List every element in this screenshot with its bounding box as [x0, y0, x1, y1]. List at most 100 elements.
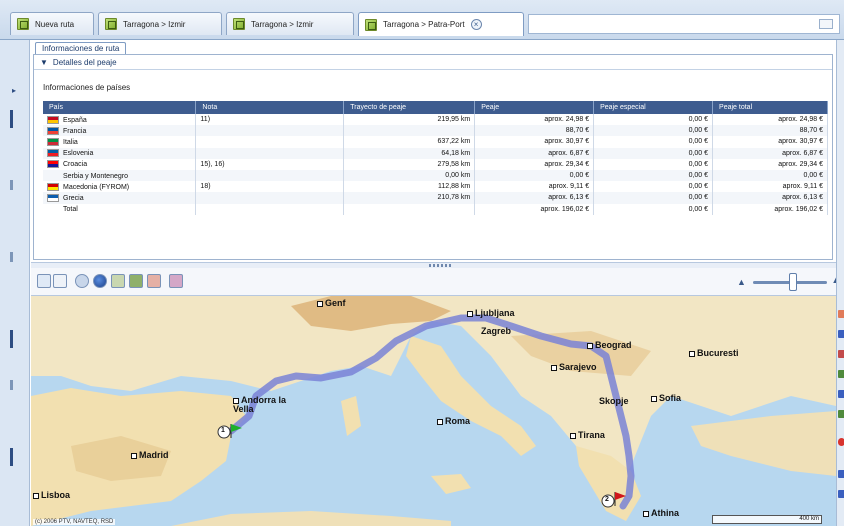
collapse-triangle-icon: ▼: [40, 58, 48, 67]
globe-icon[interactable]: [93, 274, 107, 288]
back-icon[interactable]: [37, 274, 51, 288]
table-cell-toll: aprox. 30,97 €: [474, 136, 595, 148]
cell-text: 279,58 km: [437, 160, 471, 168]
rail-marker: [10, 252, 13, 262]
cell-text: aprox. 6,13 €: [548, 194, 590, 202]
table-cell-special: 0,00 €: [593, 136, 714, 148]
forward-icon[interactable]: [53, 274, 67, 288]
map-canvas: [31, 296, 836, 526]
column-header[interactable]: Peaje: [474, 101, 595, 114]
stop-icon[interactable]: [838, 438, 844, 446]
tab-label: Tarragona > Izmir: [251, 19, 314, 29]
cell-text: Total: [63, 205, 78, 213]
cell-text: 0,00 €: [688, 138, 709, 146]
map-copyright: (c) 2006 PTV, NAVTEQ, RSD: [33, 519, 116, 525]
city-label: Andorra la Vella: [233, 395, 287, 414]
column-header[interactable]: Trayecto de peaje: [343, 101, 476, 114]
cell-text: aprox. 29,34 €: [778, 160, 823, 168]
pan-icon[interactable]: [75, 274, 89, 288]
map-view-icon[interactable]: [129, 274, 143, 288]
cell-text: Macedonia (FYROM): [63, 183, 130, 191]
tab-tarragona-izmir-2[interactable]: Tarragona > Izmir: [226, 12, 354, 35]
settings-icon[interactable]: [169, 274, 183, 288]
table-cell-country: Grecia: [43, 192, 197, 204]
table-cell-distance: 279,58 km: [343, 158, 476, 170]
tab-tarragona-izmir-1[interactable]: Tarragona > Izmir: [98, 12, 222, 35]
column-header[interactable]: País: [43, 101, 197, 114]
toll-table-header: País Nota Trayecto de peaje Peaje Peaje …: [43, 101, 828, 114]
table-cell-toll: aprox. 196,02 €: [474, 203, 595, 215]
cell-text: 0,00 €: [688, 127, 709, 135]
cell-text: 0,00 €: [688, 172, 709, 180]
tool-icon[interactable]: [838, 490, 844, 498]
table-cell-distance: 0,00 km: [343, 169, 476, 182]
cell-text: 112,88 km: [438, 183, 471, 191]
cell-text: aprox. 24,98 €: [544, 116, 590, 124]
column-header[interactable]: Peaje total: [712, 101, 828, 114]
layers-icon[interactable]: [111, 274, 125, 288]
table-cell-special: 0,00 €: [593, 192, 714, 204]
cell-text: aprox. 30,97 €: [778, 138, 823, 146]
rail-marker: [10, 110, 13, 128]
zoom-in-icon[interactable]: [838, 330, 844, 338]
map-icon[interactable]: [838, 370, 844, 378]
rail-marker: [10, 448, 13, 466]
zoom-out-icon[interactable]: ▲: [737, 277, 747, 287]
route-map[interactable]: Genf Ljubljana Zagreb Beograd Bucuresti …: [31, 296, 836, 526]
table-cell-special: 0,00 €: [593, 158, 714, 170]
column-header[interactable]: Nota: [195, 101, 345, 114]
table-cell-toll: 88,70 €: [474, 125, 595, 137]
flag-icon: [47, 160, 59, 169]
table-cell-distance: 637,22 km: [343, 136, 476, 148]
cell-text: 0,00 €: [688, 183, 709, 191]
print-icon[interactable]: [147, 274, 161, 288]
close-icon[interactable]: ×: [470, 19, 482, 30]
table-cell-note: 18): [195, 181, 345, 193]
table-cell-distance: 219,95 km: [343, 114, 476, 126]
table-cell-special: 0,00 €: [593, 125, 714, 137]
table-cell-total: aprox. 9,11 €: [712, 181, 828, 193]
flag-icon: [47, 126, 59, 135]
column-header[interactable]: Peaje especial: [593, 101, 714, 114]
cell-text: aprox. 6,87 €: [548, 149, 590, 157]
table-cell-note: [195, 147, 345, 159]
city-label: Bucuresti: [689, 348, 739, 358]
layer-icon[interactable]: [838, 410, 844, 418]
city-label: Genf: [317, 298, 346, 308]
table-cell-note: 11): [195, 114, 345, 126]
cell-text: Francia: [63, 127, 87, 135]
route-info-panel: Informaciones de ruta ▼ Detalles del pea…: [31, 40, 836, 262]
table-row: Grecia 210,78 km aprox. 6,13 € 0,00 € aprox.…: [43, 192, 828, 204]
cell-text: aprox. 6,87 €: [782, 149, 823, 157]
table-cell-distance: [343, 125, 476, 137]
table-cell-special: 0,00 €: [593, 114, 714, 126]
info-icon[interactable]: [838, 390, 844, 398]
mail-icon[interactable]: [819, 19, 833, 29]
cell-text: aprox. 6,13 €: [782, 194, 823, 202]
toll-details-toggle[interactable]: ▼ Detalles del peaje: [40, 58, 117, 67]
table-cell-country: Serbia y Montenegro: [43, 169, 197, 182]
zoom-out-icon[interactable]: [838, 350, 844, 358]
expand-arrow-icon[interactable]: ▸: [12, 86, 20, 96]
cell-text: 0,00 €: [803, 172, 823, 180]
toll-table: País Nota Trayecto de peaje Peaje Peaje …: [43, 101, 828, 215]
table-cell-toll: aprox. 9,11 €: [474, 181, 595, 193]
cell-text: Serbia y Montenegro: [63, 172, 128, 180]
city-label: Madrid: [131, 450, 169, 460]
table-row: Italia 637,22 km aprox. 30,97 € 0,00 € aprox…: [43, 136, 828, 148]
table-cell-total: 88,70 €: [712, 125, 828, 137]
cell-text: aprox. 9,11 €: [548, 183, 590, 191]
tab-nueva-ruta[interactable]: Nueva ruta: [10, 12, 94, 35]
zoom-slider-knob[interactable]: [789, 273, 797, 291]
cell-text: 0,00 €: [688, 160, 709, 168]
tab-tarragona-patra-port[interactable]: Tarragona > Patra-Port ×: [358, 12, 524, 36]
tool-icon[interactable]: [838, 470, 844, 478]
countries-info-title: Informaciones de países: [43, 83, 131, 92]
table-cell-total: aprox. 6,87 €: [712, 147, 828, 159]
table-row: Serbia y Montenegro 0,00 km 0,00 € 0,00 € 0,…: [43, 169, 828, 182]
splitter-grip[interactable]: [429, 264, 451, 267]
map-toolbar: ▲ ▲: [31, 268, 842, 296]
city-label: Beograd: [587, 340, 632, 350]
cell-text: 0,00 €: [688, 149, 709, 157]
tool-icon[interactable]: [838, 310, 844, 318]
